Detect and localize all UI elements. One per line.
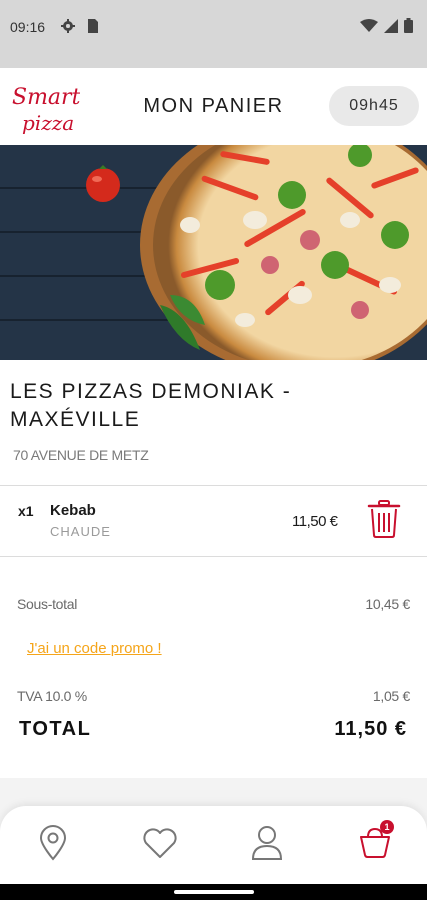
divider: [0, 556, 427, 557]
system-gesture-bar: [0, 884, 427, 900]
nav-account[interactable]: [244, 820, 290, 866]
cart-item: x1 Kebab CHAUDE 11,50 €: [0, 486, 427, 556]
location-pin-icon: [39, 825, 67, 861]
status-time: 09:16: [10, 19, 46, 35]
wifi-icon: [360, 18, 378, 32]
item-name: Kebab: [50, 502, 96, 519]
subtotal-value: 10,45 €: [365, 596, 410, 612]
tax-value: 1,05 €: [372, 688, 410, 704]
total-value: 11,50 €: [334, 718, 407, 740]
nav-cart[interactable]: 1: [352, 820, 398, 866]
remove-item-button[interactable]: [366, 498, 402, 542]
nav-locations[interactable]: [30, 820, 76, 866]
bottom-navigation: 1: [0, 806, 427, 886]
total-label: TOTAL: [19, 718, 92, 740]
restaurant-hero-image: [0, 145, 427, 360]
promo-code-link[interactable]: J'ai un code promo !: [27, 640, 162, 657]
signal-icon: [384, 18, 398, 33]
home-handle[interactable]: [174, 890, 254, 894]
status-bar: 09:16: [0, 0, 427, 68]
battery-icon: [404, 18, 413, 33]
subtotal-label: Sous-total: [17, 596, 78, 612]
user-icon: [251, 826, 283, 860]
gear-icon: [61, 19, 75, 33]
tax-label: TVA 10.0 %: [17, 688, 87, 704]
item-price: 11,50 €: [292, 513, 338, 530]
item-quantity: x1: [18, 503, 34, 519]
cart-badge: 1: [380, 820, 394, 834]
pickup-time-pill[interactable]: 09h45: [329, 86, 419, 126]
app-header: Smart pizza MON PANIER 09h45: [0, 68, 427, 145]
restaurant-name: LES PIZZAS DEMONIAK - MAXÉVILLE: [10, 380, 292, 431]
trash-icon: [367, 499, 401, 538]
sim-card-icon: [88, 19, 98, 33]
restaurant-address: 70 AVENUE DE METZ: [13, 447, 149, 463]
nav-favorites[interactable]: [137, 820, 183, 866]
item-option: CHAUDE: [50, 524, 111, 539]
heart-icon: [143, 828, 177, 858]
